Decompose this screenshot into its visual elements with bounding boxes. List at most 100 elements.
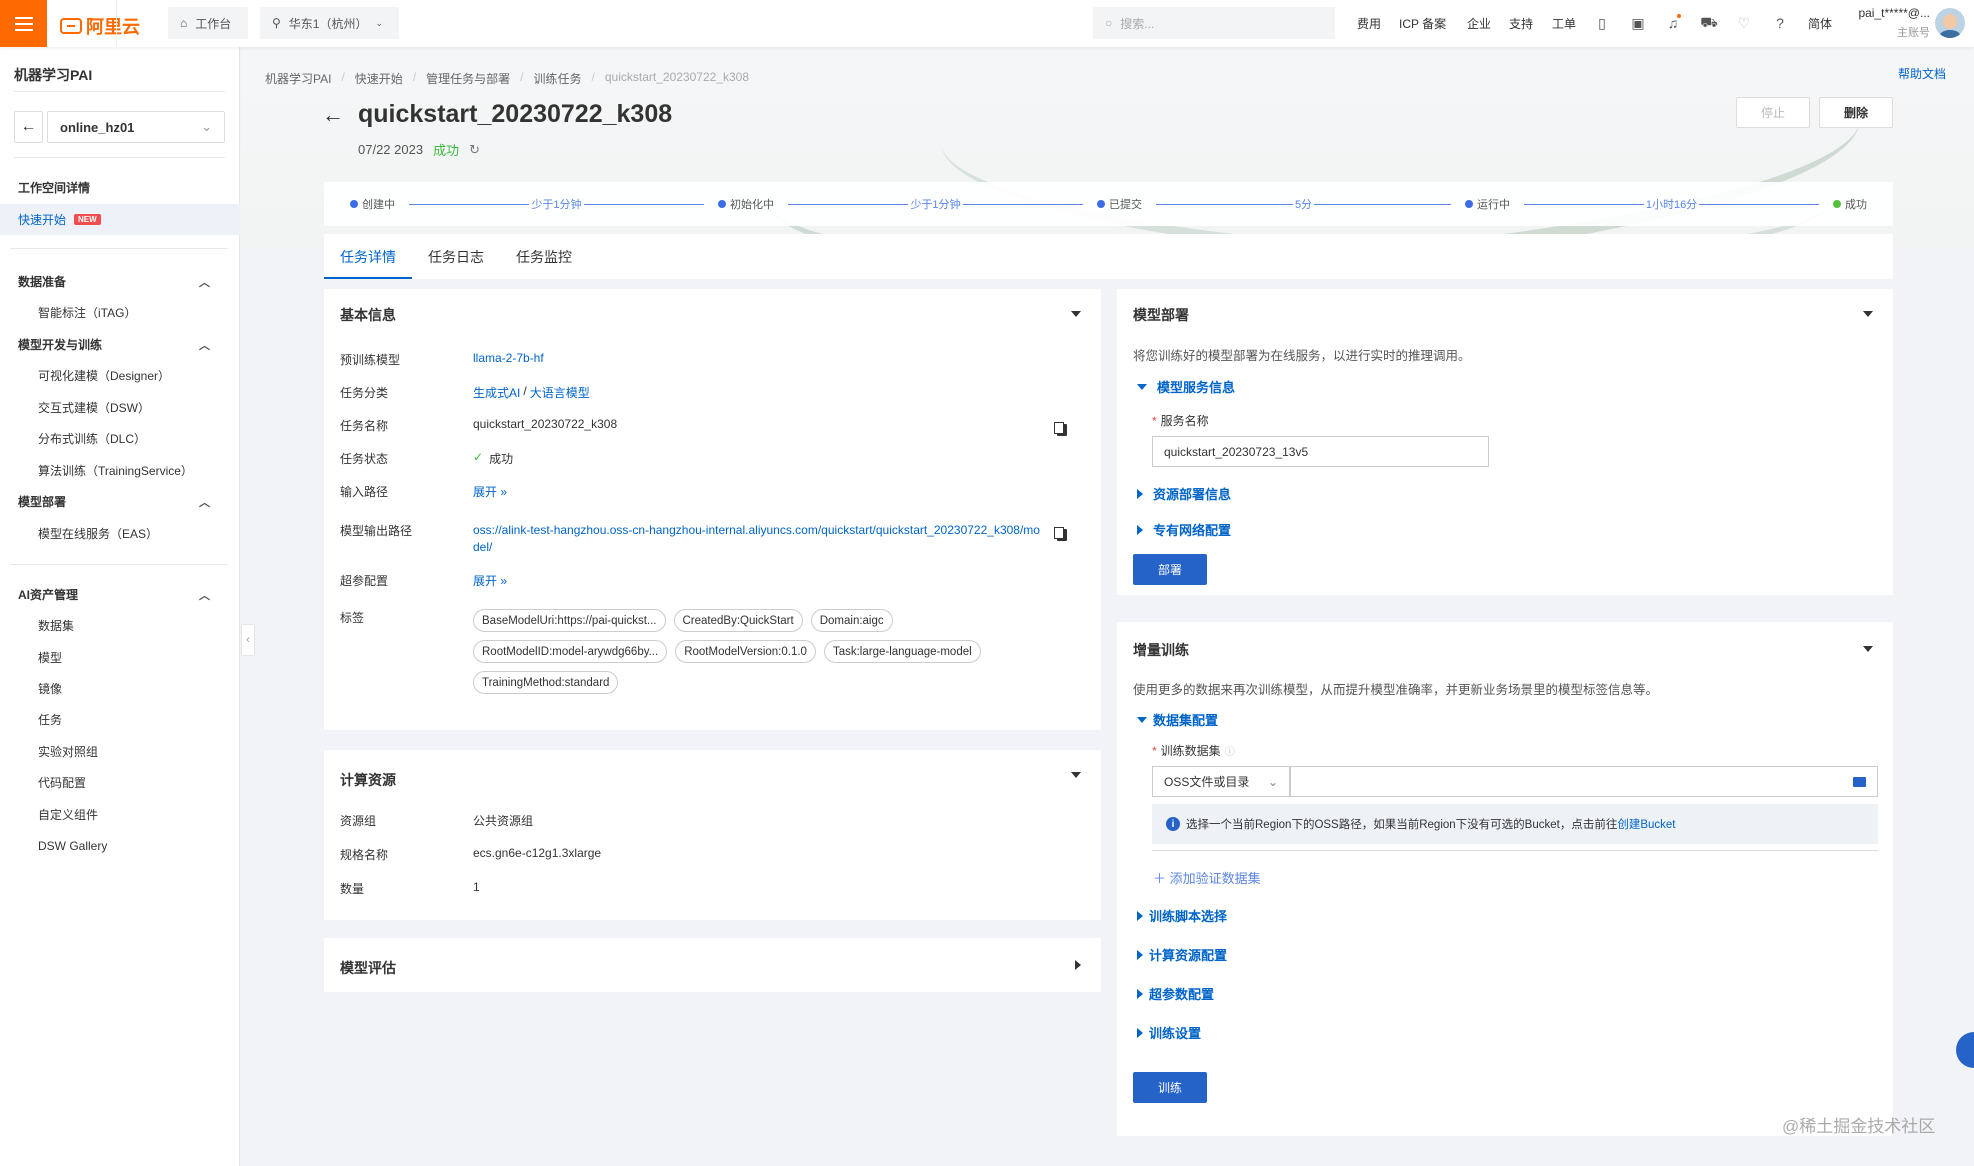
language-switch[interactable]: 简体 bbox=[1808, 15, 1832, 32]
tab-job-detail[interactable]: 任务详情 bbox=[324, 234, 412, 279]
section-training-settings[interactable]: 训练设置 bbox=[1137, 1023, 1201, 1042]
sidebar-item-models[interactable]: 模型 bbox=[0, 642, 240, 673]
back-arrow-icon[interactable]: ← bbox=[322, 102, 344, 128]
bulb-icon[interactable]: ♡ bbox=[1734, 13, 1754, 33]
section-service-info[interactable]: 模型服务信息 bbox=[1137, 377, 1235, 396]
expand-caret-icon[interactable] bbox=[1075, 960, 1081, 970]
sidebar-item-jobs[interactable]: 任务 bbox=[0, 704, 240, 735]
breadcrumb-training-jobs[interactable]: 训练任务 bbox=[534, 70, 582, 87]
section-training-script[interactable]: 训练脚本选择 bbox=[1137, 906, 1227, 925]
sidebar-item-dsw[interactable]: 交互式建模（DSW） bbox=[0, 392, 240, 423]
sidebar-item-dlc[interactable]: 分布式训练（DLC） bbox=[0, 423, 240, 454]
sidebar-item-experiments[interactable]: 实验对照组 bbox=[0, 736, 240, 767]
stop-button[interactable]: 停止 bbox=[1736, 97, 1810, 128]
sidebar-group-deploy[interactable]: 模型部署 ︿ bbox=[0, 486, 240, 517]
nav-fees[interactable]: 费用 bbox=[1357, 15, 1381, 32]
nav-enterprise[interactable]: 企业 bbox=[1467, 15, 1491, 32]
tab-job-monitor[interactable]: 任务监控 bbox=[500, 234, 588, 279]
sidebar-item-dsw-gallery[interactable]: DSW Gallery bbox=[0, 830, 240, 861]
tag[interactable]: CreatedBy:QuickStart bbox=[673, 609, 803, 632]
tag[interactable]: TrainingMethod:standard bbox=[473, 671, 619, 694]
cart-icon[interactable]: ⛟ bbox=[1699, 13, 1719, 33]
category-link-llm[interactable]: 大语言模型 bbox=[530, 384, 590, 401]
section-dataset-config[interactable]: 数据集配置 bbox=[1137, 710, 1218, 729]
breadcrumb: 机器学习PAI / 快速开始 / 管理任务与部署 / 训练任务 / quickstart… bbox=[265, 70, 749, 87]
sidebar-item-custom-components[interactable]: 自定义组件 bbox=[0, 799, 240, 830]
sidebar-item-training-service[interactable]: 算法训练（TrainingService） bbox=[0, 455, 240, 486]
sidebar-group-ai-assets[interactable]: AI资产管理 ︿ bbox=[0, 579, 240, 610]
section-vpc[interactable]: 专有网络配置 bbox=[1137, 520, 1231, 539]
expand-hyperparams-link[interactable]: 展开 » bbox=[473, 572, 507, 589]
region-selector[interactable]: ⚲ 华东1（杭州） ⌄ bbox=[260, 7, 399, 39]
nav-support[interactable]: 支持 bbox=[1509, 15, 1533, 32]
section-hyperparams[interactable]: 超参数配置 bbox=[1137, 984, 1214, 1003]
sidebar-group-data-prep[interactable]: 数据准备 ︿ bbox=[0, 266, 240, 297]
section-resource-deploy[interactable]: 资源部署信息 bbox=[1137, 484, 1231, 503]
copy-icon[interactable] bbox=[1054, 527, 1067, 541]
section-compute-config[interactable]: 计算资源配置 bbox=[1137, 945, 1227, 964]
sidebar-item-itag[interactable]: 智能标注（iTAG） bbox=[0, 297, 240, 328]
expand-input-link[interactable]: 展开 » bbox=[473, 483, 507, 500]
app-icon[interactable]: ▯ bbox=[1592, 13, 1612, 33]
top-bar: 阿里云 ⌂ 工作台 ⚲ 华东1（杭州） ⌄ ○ 搜索... 费用 ICP 备案 企业 支… bbox=[0, 0, 1974, 47]
sidebar-item-images[interactable]: 镜像 bbox=[0, 673, 240, 704]
collapse-caret-icon[interactable] bbox=[1071, 311, 1081, 317]
help-icon[interactable]: ? bbox=[1770, 13, 1790, 33]
collapse-caret-icon[interactable] bbox=[1863, 646, 1873, 652]
tag[interactable]: RootModelVersion:0.1.0 bbox=[675, 640, 816, 663]
collapse-caret-icon[interactable] bbox=[1863, 311, 1873, 317]
tag[interactable]: Task:large-language-model bbox=[823, 640, 981, 663]
sidebar-item-quickstart[interactable]: 快速开始 NEW bbox=[0, 204, 240, 235]
category-link-aigc[interactable]: 生成式AI bbox=[473, 384, 520, 401]
step-dot bbox=[1097, 200, 1105, 208]
aliyun-logo[interactable]: 阿里云 bbox=[60, 13, 140, 39]
tag[interactable]: BaseModelUri:https://pai-quickst... bbox=[473, 609, 666, 632]
menu-button[interactable] bbox=[0, 0, 47, 47]
sidebar-item-workspace-detail[interactable]: 工作空间详情 bbox=[0, 172, 240, 203]
sidebar-item-datasets[interactable]: 数据集 bbox=[0, 610, 240, 641]
breadcrumb-pai[interactable]: 机器学习PAI bbox=[265, 70, 331, 87]
collapse-caret-icon[interactable] bbox=[1071, 772, 1081, 778]
tag[interactable]: RootModelID:model-arywdg66by... bbox=[473, 640, 668, 663]
help-docs-link[interactable]: 帮助文档 bbox=[1898, 65, 1946, 82]
folder-icon[interactable] bbox=[1853, 776, 1866, 787]
floating-assistant-button[interactable] bbox=[1956, 1032, 1974, 1068]
deploy-button[interactable]: 部署 bbox=[1133, 554, 1207, 585]
chevron-down-icon: ⌄ bbox=[201, 119, 212, 134]
job-date: 07/22 2023 bbox=[358, 142, 424, 157]
delete-button[interactable]: 删除 bbox=[1819, 97, 1893, 128]
sidebar-group-model-dev[interactable]: 模型开发与训练 ︿ bbox=[0, 329, 240, 360]
dataset-path-input[interactable] bbox=[1290, 766, 1878, 797]
output-path-link[interactable]: oss://alink-test-hangzhou.oss-cn-hangzho… bbox=[473, 522, 1040, 556]
sidebar-item-eas[interactable]: 模型在线服务（EAS） bbox=[0, 518, 240, 549]
breadcrumb-quickstart[interactable]: 快速开始 bbox=[355, 70, 403, 87]
train-button[interactable]: 训练 bbox=[1133, 1072, 1207, 1103]
sidebar-item-designer[interactable]: 可视化建模（Designer） bbox=[0, 360, 240, 391]
sidebar: 机器学习PAI ← online_hz01 ⌄ 工作空间详情 快速开始 NEW 数据… bbox=[0, 47, 240, 1166]
sidebar-item-code-config[interactable]: 代码配置 bbox=[0, 767, 240, 798]
add-validation-dataset-button[interactable]: ＋ 添加验证数据集 bbox=[1153, 868, 1261, 887]
dataset-source-select[interactable]: OSS文件或目录 ⌄ bbox=[1152, 766, 1290, 797]
nav-icp[interactable]: ICP 备案 bbox=[1399, 15, 1446, 32]
back-button[interactable]: ← bbox=[14, 111, 43, 143]
create-bucket-link[interactable]: 创建Bucket bbox=[1617, 816, 1675, 832]
copy-icon[interactable] bbox=[1054, 422, 1067, 436]
tag[interactable]: Domain:aigc bbox=[810, 609, 893, 632]
model-evaluation-card[interactable]: 模型评估 bbox=[324, 938, 1101, 992]
sidebar-collapse-handle[interactable]: ‹ bbox=[241, 624, 255, 656]
avatar[interactable] bbox=[1935, 8, 1965, 38]
refresh-icon[interactable]: ↻ bbox=[469, 142, 480, 158]
search-input[interactable]: ○ 搜索... bbox=[1093, 7, 1335, 39]
workspace-selector[interactable]: online_hz01 ⌄ bbox=[47, 111, 225, 143]
workbench-button[interactable]: ⌂ 工作台 bbox=[168, 7, 248, 39]
bell-icon[interactable]: ♫ bbox=[1663, 13, 1683, 33]
pretrained-model-link[interactable]: llama-2-7b-hf bbox=[473, 351, 544, 368]
basic-info-card: 基本信息 预训练模型 llama-2-7b-hf 任务分类 生成式AI / 大语言模型 … bbox=[324, 289, 1101, 730]
user-menu[interactable]: pai_t*****@... 主账号 bbox=[1850, 6, 1930, 40]
service-name-input[interactable]: quickstart_20230723_13v5 bbox=[1152, 436, 1489, 467]
breadcrumb-manage[interactable]: 管理任务与部署 bbox=[426, 70, 510, 87]
tab-job-logs[interactable]: 任务日志 bbox=[412, 234, 500, 279]
terminal-icon[interactable]: ▣ bbox=[1628, 13, 1648, 33]
question-icon[interactable]: ⓘ bbox=[1225, 747, 1235, 758]
nav-ticket[interactable]: 工单 bbox=[1552, 15, 1576, 32]
